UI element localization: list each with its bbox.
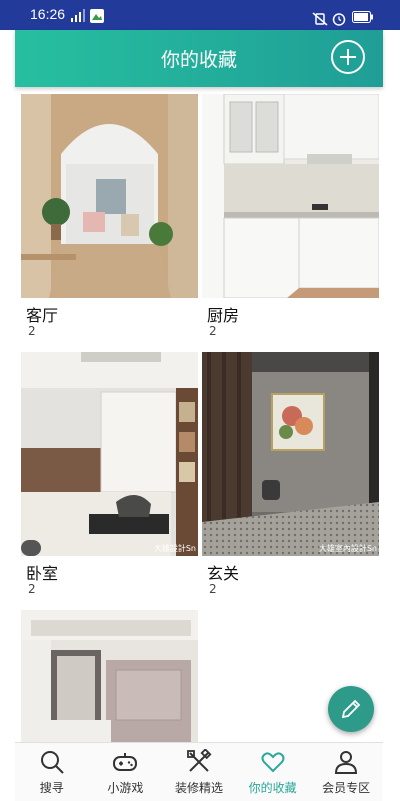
collection-card-bedroom[interactable]: 大雄設計Sn 卧室 2 [21, 352, 198, 596]
bedroom-thumbnail: 大雄設計Sn [21, 352, 198, 556]
collection-count: 2 [28, 324, 36, 338]
user-icon [333, 749, 359, 775]
collection-name: 玄关 [207, 564, 240, 583]
plus-circle-icon [340, 49, 356, 65]
collection-card-kitchen[interactable]: 厨房 2 [202, 94, 379, 338]
collection-name: 厨房 [207, 306, 240, 325]
tab-label: 小游戏 [107, 781, 144, 795]
collection-count: 2 [209, 324, 217, 338]
room-thumbnail [21, 610, 198, 742]
status-time: 16:26 [30, 6, 66, 22]
app-header: 你的收藏 [15, 30, 383, 87]
alarm-icon [332, 11, 346, 26]
collection-card-partial[interactable] [21, 610, 198, 742]
image-watermark: 大雄室內設計Sn [318, 544, 377, 553]
tab-label: 搜寻 [39, 781, 64, 795]
kitchen-thumbnail [202, 94, 379, 298]
tab-favorites[interactable]: 你的收藏 [236, 743, 310, 801]
search-icon [39, 749, 65, 775]
tab-membership[interactable]: 会员专区 [309, 743, 383, 801]
tab-decoration-picks[interactable]: 装修精选 [162, 743, 236, 801]
collection-card-entrance[interactable]: 大雄室內設計Sn 玄关 2 [202, 352, 379, 596]
status-bar: 16:26 [0, 0, 400, 30]
tab-search[interactable]: 搜寻 [15, 743, 89, 801]
tab-mini-games[interactable]: 小游戏 [89, 743, 163, 801]
add-collection-button[interactable] [331, 40, 365, 74]
mute-vibrate-icon [312, 11, 328, 26]
tab-label: 装修精选 [174, 781, 223, 795]
signal-data-icon [70, 8, 85, 22]
collection-name: 客厅 [26, 306, 59, 325]
edit-fab-button[interactable] [328, 686, 374, 732]
image-watermark: 大雄設計Sn [153, 544, 196, 553]
collection-name: 卧室 [26, 564, 59, 583]
living-room-thumbnail [21, 94, 198, 298]
collection-count: 2 [209, 582, 217, 596]
battery-icon [352, 8, 374, 27]
tab-label: 你的收藏 [248, 781, 297, 795]
gamepad-icon [112, 749, 138, 775]
bottom-tab-bar: 搜寻 小游戏 装修精选 你的收藏 会员专区 [15, 742, 383, 801]
entrance-thumbnail: 大雄室內設計Sn [202, 352, 379, 556]
tools-icon [186, 748, 212, 775]
page-title: 你的收藏 [160, 49, 237, 71]
gallery-notification-icon [90, 8, 104, 23]
collection-card-living-room[interactable]: 客厅 2 [21, 94, 198, 338]
collection-count: 2 [28, 582, 36, 596]
tab-label: 会员专区 [322, 781, 371, 795]
heart-icon [260, 749, 286, 775]
edit-pencil-icon [341, 699, 361, 719]
